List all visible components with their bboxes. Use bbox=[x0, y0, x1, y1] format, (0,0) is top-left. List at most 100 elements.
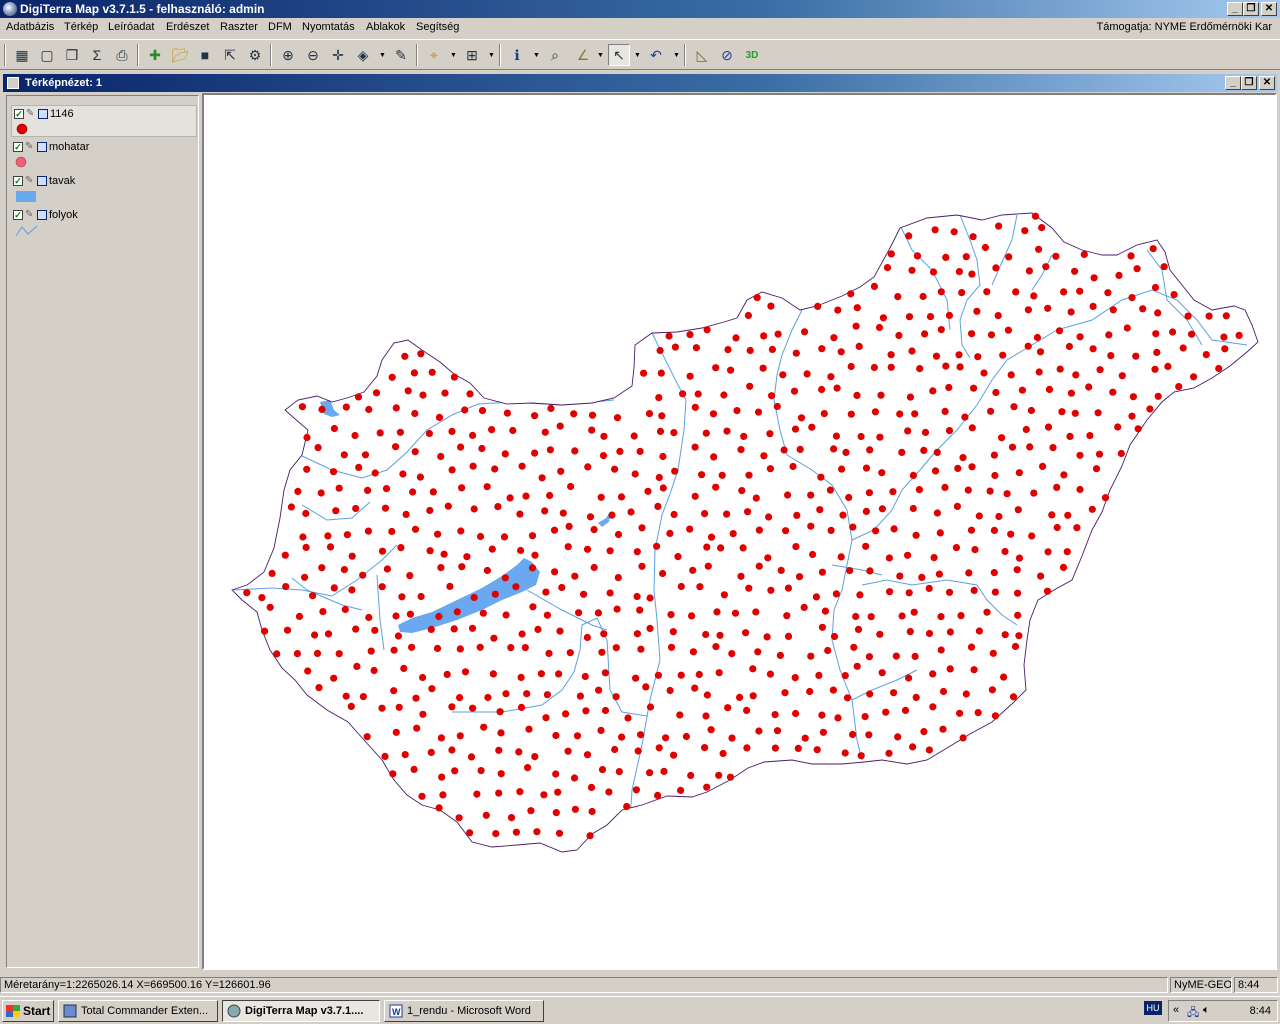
survey-point bbox=[426, 547, 434, 555]
start-button[interactable]: Start bbox=[2, 1000, 54, 1022]
properties-icon[interactable]: ⊞ bbox=[461, 44, 483, 66]
menu-nyomtatas[interactable]: Nyomtatás bbox=[302, 21, 355, 33]
survey-point bbox=[926, 313, 935, 321]
dropdown-arrow-icon[interactable]: ▼ bbox=[597, 52, 604, 59]
new-map-icon[interactable]: ▢ bbox=[36, 44, 58, 66]
dropdown-arrow-icon[interactable]: ▼ bbox=[379, 52, 386, 59]
survey-point bbox=[694, 390, 702, 398]
map-svg[interactable] bbox=[204, 95, 1275, 968]
layer-box-icon[interactable] bbox=[37, 176, 47, 186]
print-preview-icon[interactable]: ⎙ bbox=[111, 44, 133, 66]
pan-icon[interactable]: ✛ bbox=[327, 44, 349, 66]
minimize-button[interactable]: _ bbox=[1227, 2, 1243, 16]
survey-point bbox=[834, 306, 842, 314]
layer-visible-checkbox[interactable]: ✓ bbox=[13, 142, 23, 152]
map-maximize-button[interactable]: ❐ bbox=[1241, 76, 1257, 90]
map-canvas[interactable] bbox=[202, 93, 1277, 970]
zoom-in-icon[interactable]: ⊕ bbox=[277, 44, 299, 66]
menu-terkep[interactable]: Térkép bbox=[64, 21, 98, 33]
info-icon[interactable]: ℹ bbox=[506, 44, 528, 66]
layer-box-icon[interactable] bbox=[37, 210, 47, 220]
survey-point bbox=[381, 752, 389, 761]
survey-point bbox=[849, 730, 857, 739]
survey-point bbox=[547, 404, 555, 412]
layer-stack-icon[interactable]: ◈ bbox=[352, 44, 374, 66]
maximize-button[interactable]: ❐ bbox=[1243, 2, 1259, 16]
survey-point bbox=[302, 509, 310, 518]
survey-point bbox=[918, 573, 926, 582]
measure-icon[interactable]: ∠ bbox=[572, 44, 594, 66]
edit-pencil-icon[interactable]: ✎ bbox=[25, 142, 35, 152]
label-tool-icon[interactable]: ↖ bbox=[608, 44, 630, 66]
compass-icon[interactable]: ⊘ bbox=[716, 44, 738, 66]
search-icon[interactable]: ⌕ bbox=[544, 44, 566, 66]
survey-point bbox=[815, 671, 823, 680]
survey-point bbox=[686, 525, 694, 533]
survey-point bbox=[921, 330, 929, 338]
layer-item-tavak[interactable]: ✓ ✎ tavak bbox=[11, 173, 197, 205]
settings-icon[interactable]: ⚙ bbox=[244, 44, 266, 66]
dropdown-arrow-icon[interactable]: ▼ bbox=[488, 52, 495, 59]
language-indicator[interactable]: HU bbox=[1144, 1001, 1162, 1015]
close-button[interactable]: ✕ bbox=[1261, 2, 1277, 16]
layers-icon[interactable]: ▦ bbox=[11, 44, 33, 66]
paint-icon[interactable]: ✎ bbox=[390, 44, 412, 66]
survey-point bbox=[956, 709, 964, 717]
survey-point bbox=[967, 643, 976, 651]
map-minimize-button[interactable]: _ bbox=[1225, 76, 1241, 90]
map-close-button[interactable]: ✕ bbox=[1259, 76, 1275, 90]
layer-box-icon[interactable] bbox=[38, 109, 48, 119]
layer-visible-checkbox[interactable]: ✓ bbox=[13, 210, 23, 220]
survey-point bbox=[378, 704, 386, 712]
dropdown-arrow-icon[interactable]: ▼ bbox=[450, 52, 457, 59]
layer-item-folyok[interactable]: ✓ ✎ folyok bbox=[11, 207, 197, 239]
zoom-out-icon[interactable]: ⊖ bbox=[302, 44, 324, 66]
survey-point bbox=[1008, 443, 1017, 451]
menu-adatbazis[interactable]: Adatbázis bbox=[6, 21, 54, 33]
open-icon[interactable]: 📂︎ bbox=[169, 44, 191, 66]
layer-item-mohatar[interactable]: ✓ ✎ mohatar bbox=[11, 139, 197, 171]
edit-pencil-icon[interactable]: ✎ bbox=[26, 109, 36, 119]
save-icon[interactable]: ■ bbox=[194, 44, 216, 66]
survey-point bbox=[656, 427, 665, 435]
volume-icon[interactable]: 🔈︎ bbox=[1203, 1004, 1210, 1017]
ruler-icon[interactable]: ◺ bbox=[691, 44, 713, 66]
survey-point bbox=[1151, 283, 1160, 292]
survey-point bbox=[324, 532, 332, 540]
edit-pencil-icon[interactable]: ✎ bbox=[25, 210, 35, 220]
survey-point bbox=[363, 733, 371, 741]
taskbar-item-word[interactable]: W 1_rendu - Microsoft Word bbox=[384, 1000, 544, 1022]
menu-ablakok[interactable]: Ablakok bbox=[366, 21, 405, 33]
layer-visible-checkbox[interactable]: ✓ bbox=[14, 109, 24, 119]
add-layer-icon[interactable]: ✚ bbox=[144, 44, 166, 66]
menu-leiroadat[interactable]: Leíróadat bbox=[108, 21, 154, 33]
taskbar-item-total-commander[interactable]: Total Commander Exten... bbox=[58, 1000, 218, 1022]
network-icon[interactable]: 🖧︎ bbox=[1187, 1004, 1199, 1023]
survey-point bbox=[937, 288, 945, 296]
survey-point bbox=[556, 627, 564, 635]
dropdown-arrow-icon[interactable]: ▼ bbox=[673, 52, 680, 59]
taskbar-item-digiterra[interactable]: DigiTerra Map v3.7.1.... bbox=[222, 1000, 380, 1022]
window-icon[interactable]: ❒ bbox=[61, 44, 83, 66]
dropdown-arrow-icon[interactable]: ▼ bbox=[533, 52, 540, 59]
menu-erdeszet[interactable]: Erdészet bbox=[166, 21, 209, 33]
survey-point bbox=[417, 592, 425, 601]
edit-pencil-icon[interactable]: ✎ bbox=[25, 176, 35, 186]
layer-box-icon[interactable] bbox=[37, 142, 47, 152]
menu-dfm[interactable]: DFM bbox=[268, 21, 292, 33]
layer-visible-checkbox[interactable]: ✓ bbox=[13, 176, 23, 186]
survey-point bbox=[906, 393, 915, 401]
select-point-icon[interactable]: ⌖ bbox=[423, 44, 445, 66]
undo-icon[interactable]: ↶ bbox=[645, 44, 667, 66]
toolbar: ▦ ▢ ❒ Σ ⎙ ✚ 📂︎ ■ ⇱ ⚙ ⊕ ⊖ ✛ ◈ ▼ ✎ ⌖ ▼ ⊞ ▼… bbox=[0, 39, 1280, 70]
3d-icon[interactable]: 3D bbox=[741, 44, 763, 66]
tray-expand-icon[interactable]: « bbox=[1173, 1004, 1179, 1016]
layer-item-1146[interactable]: ✓ ✎ 1146 bbox=[11, 105, 197, 137]
menu-raszter[interactable]: Raszter bbox=[220, 21, 258, 33]
dropdown-arrow-icon[interactable]: ▼ bbox=[634, 52, 641, 59]
statistics-icon[interactable]: Σ bbox=[86, 44, 108, 66]
survey-point bbox=[807, 652, 815, 660]
survey-point bbox=[1085, 383, 1093, 391]
menu-segitseg[interactable]: Segítség bbox=[416, 21, 459, 33]
export-icon[interactable]: ⇱ bbox=[219, 44, 241, 66]
